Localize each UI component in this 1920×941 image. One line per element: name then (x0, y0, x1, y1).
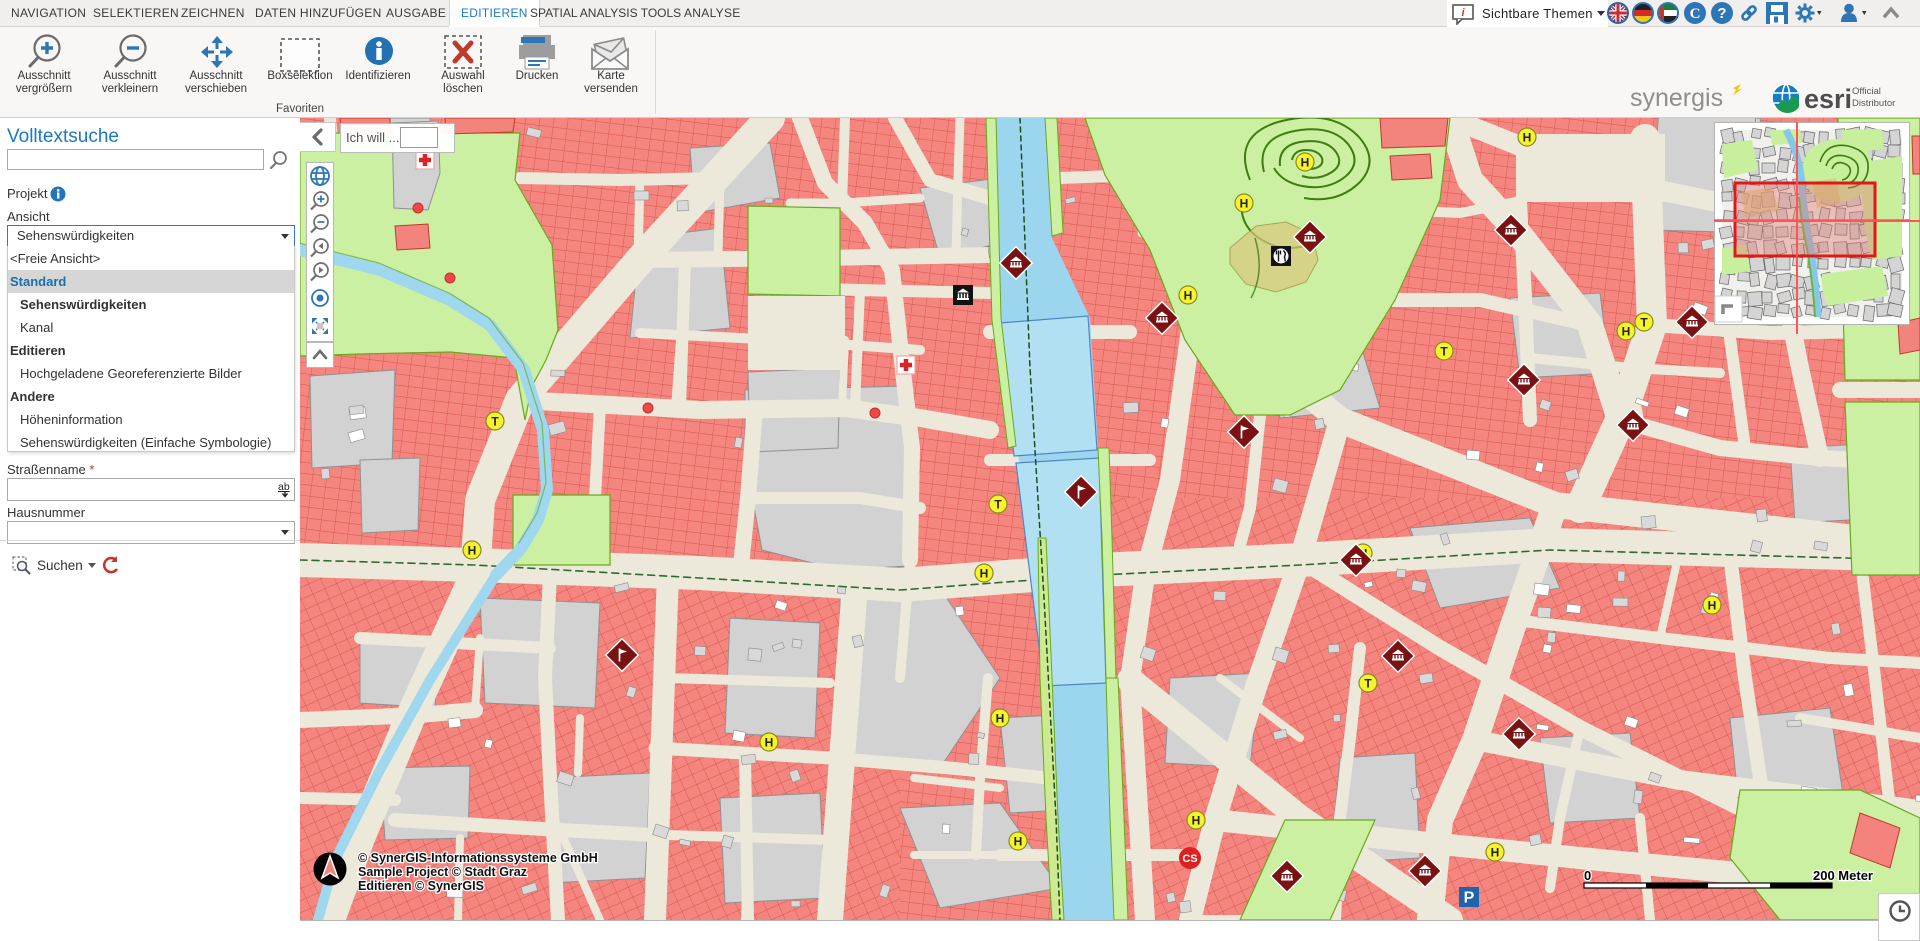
svg-text:Official: Official (1852, 86, 1881, 97)
svg-text:H: H (1622, 325, 1631, 339)
svg-text:H: H (1523, 131, 1532, 145)
svg-text:H: H (1708, 599, 1717, 613)
svg-text:H: H (1184, 289, 1193, 303)
svg-text:200 Meter: 200 Meter (1813, 868, 1873, 883)
svg-text:?: ? (1717, 5, 1726, 22)
svg-text:H: H (1301, 156, 1310, 170)
svg-text:H: H (765, 736, 774, 750)
svg-text:Sample Project © Stadt Graz: Sample Project © Stadt Graz (358, 865, 527, 879)
svg-text:H: H (996, 712, 1005, 726)
svg-text:H: H (980, 567, 989, 581)
svg-text:H: H (1240, 197, 1249, 211)
svg-text:T: T (491, 415, 499, 429)
svg-text:esri: esri (1804, 84, 1852, 114)
svg-text:T: T (1640, 316, 1648, 330)
svg-text:© SynerGIS-Informationssysteme: © SynerGIS-Informationssysteme GmbH (358, 851, 598, 865)
svg-text:C: C (1690, 6, 1701, 22)
svg-text:H: H (1192, 814, 1201, 828)
svg-text:H: H (468, 544, 477, 558)
svg-text:Editieren © SynerGIS: Editieren © SynerGIS (358, 879, 484, 893)
svg-text:CS: CS (1182, 853, 1197, 865)
svg-text:T: T (1364, 677, 1372, 691)
svg-text:synergis: synergis (1630, 84, 1723, 112)
svg-text:P: P (1464, 890, 1475, 907)
svg-text:T: T (1440, 345, 1448, 359)
svg-text:H: H (1491, 846, 1500, 860)
svg-text:Distributor: Distributor (1852, 98, 1895, 109)
svg-text:H: H (1014, 835, 1023, 849)
svg-text:0: 0 (1584, 868, 1591, 883)
svg-text:T: T (994, 498, 1002, 512)
svg-text:ab: ab (278, 481, 290, 493)
